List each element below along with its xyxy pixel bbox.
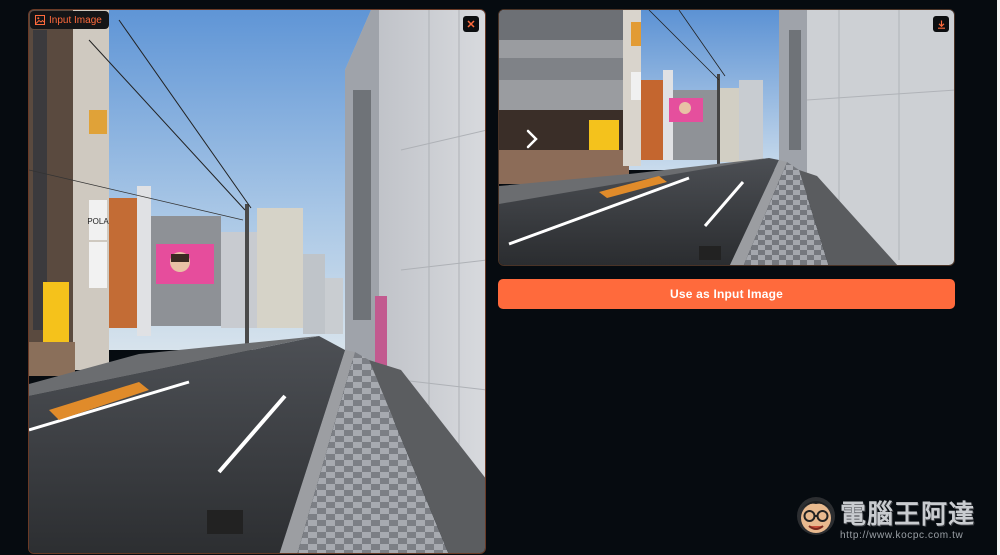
app-window: POLA Input Image Use as Input Image 電腦王阿… — [0, 0, 1000, 555]
watermark-url: http://www.kocpc.com.tw — [840, 530, 964, 541]
mascot-logo-icon — [797, 497, 835, 535]
close-button[interactable] — [463, 16, 479, 32]
result-street-photo — [499, 10, 954, 265]
input-image-panel: POLA Input Image — [28, 9, 486, 554]
close-icon — [467, 20, 475, 28]
download-icon — [937, 20, 945, 29]
result-image-panel — [498, 9, 955, 266]
image-icon — [35, 15, 45, 25]
input-image-tag-label: Input Image — [49, 14, 102, 26]
watermark: 電腦王阿達 http://www.kocpc.com.tw — [790, 488, 995, 550]
chevron-right-icon — [526, 129, 538, 149]
input-image-tag: Input Image — [30, 11, 109, 29]
pola-sign: POLA — [87, 217, 109, 226]
input-street-photo: POLA — [29, 10, 485, 553]
download-button[interactable] — [933, 16, 949, 32]
next-result-button[interactable] — [521, 126, 543, 152]
watermark-title: 電腦王阿達 — [840, 500, 976, 530]
use-as-input-image-button[interactable]: Use as Input Image — [498, 279, 955, 309]
